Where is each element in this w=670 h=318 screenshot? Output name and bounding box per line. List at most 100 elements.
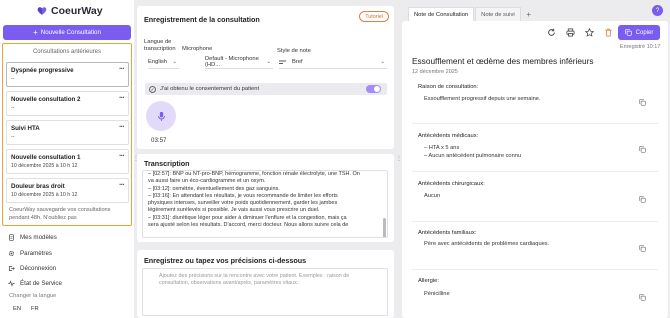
section-title: Antécédents familiaux: <box>418 230 477 236</box>
consultation-date: -- <box>11 134 15 140</box>
consultation-title: Suivi HTA <box>11 125 40 132</box>
add-tab-button[interactable]: + <box>522 7 536 21</box>
consultation-date: -- <box>11 105 15 111</box>
section-content[interactable]: Père avec antécédents de problèmes cardi… <box>424 241 549 249</box>
section-content[interactable]: Pénicilline <box>424 291 450 299</box>
gear-icon <box>8 250 15 257</box>
new-consultation-button[interactable]: + Nouvelle Consultation <box>3 25 131 40</box>
consent-toggle[interactable] <box>366 85 381 93</box>
copy-section-icon[interactable] <box>639 294 646 301</box>
plus-icon: + <box>33 27 38 37</box>
microphone-select[interactable]: Default - Microphone (HD... ⌄ <box>205 56 273 69</box>
tab-follow-up-note[interactable]: Note de suivi <box>475 7 521 21</box>
notes-placeholder: Ajoutez des précisions sur la rencontre … <box>159 273 350 287</box>
notes-panel: Enregistrez ou tapez vos précisions ci-d… <box>137 250 394 318</box>
copy-section-icon[interactable] <box>639 146 646 153</box>
section-line: Aucun <box>424 193 441 199</box>
consultation-title: Nouvelle consultation 2 <box>11 96 81 103</box>
language-label: Changer la langue <box>9 293 57 299</box>
notes-textarea[interactable]: Ajoutez des précisions sur la rencontre … <box>142 268 388 316</box>
document-title: Essoufflement et œdème des membres infér… <box>412 56 594 66</box>
menu-item-templates[interactable]: Mes modèles <box>8 234 57 241</box>
section-title: Allergie: <box>418 278 439 284</box>
consent-row: ✓ J'ai obtenu le consentement du patient <box>145 83 387 95</box>
print-icon[interactable] <box>566 28 575 37</box>
saved-status: Enregistré 10:17 <box>620 44 661 50</box>
transcription-text: – [02:57]: BNP ou NT-pro-BNP, hémogramme… <box>148 171 380 229</box>
app-logo[interactable]: CoeurWay <box>37 5 103 17</box>
section-line: Essoufflement progressif depuis une sema… <box>424 96 541 102</box>
recording-timer: 03:57 <box>151 137 167 144</box>
microphone-value: Default - Microphone (HD... <box>205 56 259 68</box>
note-style-label: Style de note <box>277 48 311 54</box>
transcript-line: physiques intenses, surveiller votre poi… <box>148 200 338 207</box>
previous-consultations-title: Consultations antérieures <box>32 49 102 55</box>
copy-icon <box>625 29 632 36</box>
refresh-icon[interactable] <box>547 28 556 37</box>
more-options-icon[interactable]: ··· <box>119 151 125 160</box>
more-options-icon[interactable]: ··· <box>119 93 125 102</box>
consultation-item[interactable]: Douleur bras droit 10 décembre 2025 à 10… <box>6 178 129 203</box>
consent-label: J'ai obtenu le consentement du patient <box>160 86 260 92</box>
note-document: Copier Enregistré 10:17 Essoufflement et… <box>402 21 668 318</box>
transcript-line: légèrement surélevés si possible. Je vai… <box>148 207 320 214</box>
copy-section-icon[interactable] <box>639 245 646 252</box>
language-fr-button[interactable]: FR <box>31 306 39 312</box>
transcription-language-select[interactable]: English ⌄ <box>148 56 179 69</box>
transcription-textarea[interactable]: – [02:57]: BNP ou NT-pro-BNP, hémogramme… <box>142 170 388 238</box>
section-line: – HTA x 5 ans <box>424 145 460 151</box>
transcript-line: – [03:31]: diurétique léger pour aider à… <box>148 214 347 221</box>
sidebar: CoeurWay + Nouvelle Consultation Consult… <box>0 0 134 318</box>
transcript-line: va aussi faire un éco-cardiogramme et un… <box>148 178 266 185</box>
main-column: Enregistrement de la consultation Tutori… <box>137 0 394 318</box>
section-title: Raison de consultation: <box>418 84 479 90</box>
language-en-button[interactable]: EN <box>13 306 21 312</box>
menu-item-label: État de Service <box>20 280 62 287</box>
section-line: Père avec antécédents de problèmes cardi… <box>424 241 550 247</box>
more-options-icon[interactable]: ··· <box>119 180 125 189</box>
copy-label: Copier <box>635 29 654 36</box>
menu-item-settings[interactable]: Paramètres <box>8 250 52 257</box>
menu-item-label: Mes modèles <box>20 234 57 241</box>
note-tabs: Note de Consultation Note de suivi + <box>408 7 536 21</box>
consultation-date: 10 décembre 2025 à 10 h 12 <box>11 192 78 198</box>
menu-item-label: Paramètres <box>20 250 52 257</box>
note-style-select[interactable]: Bref ⌄ <box>279 56 387 69</box>
menu-item-service-status[interactable]: État de Service <box>8 280 62 287</box>
section-divider <box>412 171 658 172</box>
record-button[interactable] <box>146 101 176 131</box>
section-content[interactable]: Aucun <box>424 193 440 201</box>
transcript-line: – [03:16]: En attendant les résultats, j… <box>148 192 338 199</box>
section-title: Antécédents médicaux: <box>418 133 479 139</box>
section-content[interactable]: Essoufflement progressif depuis une sema… <box>424 96 541 104</box>
section-divider <box>412 221 658 222</box>
transcript-line: – [02:57]: BNP ou NT-pro-BNP, hémogramme… <box>148 171 360 177</box>
section-line: Pénicilline <box>424 291 450 297</box>
section-line: – Aucun antécédent pulmonaire connu <box>424 152 522 159</box>
tutorial-button[interactable]: Tutoriel <box>359 11 389 22</box>
consultation-item[interactable]: Nouvelle consultation 1 10 décembre 2025… <box>6 149 129 174</box>
copy-section-icon[interactable] <box>639 99 646 106</box>
transcript-line: sera ajusté selon les résultats. D'accor… <box>148 222 349 229</box>
document-icon <box>9 234 14 241</box>
consultation-item[interactable]: Dyspnée progressive -- ··· <box>6 62 129 87</box>
copy-button[interactable]: Copier <box>618 25 660 40</box>
retention-notice: CoeurWay sauvegarde vos consultations pe… <box>9 207 111 221</box>
help-button[interactable]: ? <box>652 5 663 16</box>
menu-item-label: Déconnexion <box>20 265 57 272</box>
section-content[interactable]: – HTA x 5 ans – Aucun antécédent pulmona… <box>424 145 521 161</box>
transcription-scrollbar[interactable] <box>383 218 386 237</box>
transcript-line: – [03:12]: oxmétrie, éventuellement des … <box>148 185 280 192</box>
consultation-item[interactable]: Suivi HTA -- ··· <box>6 120 129 145</box>
menu-item-logout[interactable]: Déconnexion <box>8 265 56 272</box>
chevron-down-icon: ⌄ <box>172 59 177 65</box>
consultation-item[interactable]: Nouvelle consultation 2 -- ··· <box>6 91 129 116</box>
more-options-icon[interactable]: ··· <box>119 122 125 131</box>
trash-icon[interactable] <box>604 28 613 37</box>
notes-title: Enregistrez ou tapez vos précisions ci-d… <box>144 256 307 265</box>
star-icon[interactable] <box>585 28 594 37</box>
consultation-date: -- <box>11 76 15 82</box>
tab-consultation-note[interactable]: Note de Consultation <box>408 7 475 21</box>
more-options-icon[interactable]: ··· <box>119 64 125 73</box>
copy-section-icon[interactable] <box>639 196 646 203</box>
